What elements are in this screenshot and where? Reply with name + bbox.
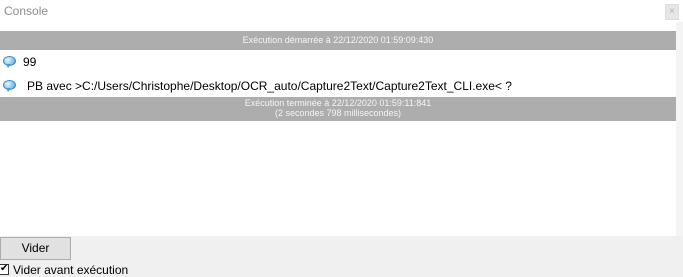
clear-before-run-checkbox[interactable]: ✔: [0, 263, 9, 275]
clear-before-run-label: Vider avant exécution: [13, 263, 129, 277]
title-bar: Console ×: [0, 0, 683, 22]
execution-end-banner: Exécution terminée à 22/12/2020 01:59:11…: [0, 97, 676, 121]
footer-panel: Vider ✔ Vider avant exécution: [0, 236, 683, 277]
close-button[interactable]: ×: [665, 4, 679, 20]
speech-bubble-icon: [3, 56, 16, 68]
window-title: Console: [4, 4, 49, 18]
log-line-text: 99: [23, 55, 37, 69]
scrollbar-track[interactable]: [676, 22, 683, 236]
clear-button[interactable]: Vider: [0, 237, 71, 260]
log-line-text: PB avec >C:/Users/Christophe/Desktop/OCR…: [27, 79, 512, 93]
checkmark-icon: ✔: [0, 263, 9, 274]
execution-start-banner: Exécution démarrée à 22/12/2020 01:59:09…: [0, 31, 676, 50]
clear-before-run-option[interactable]: ✔ Vider avant exécution: [0, 263, 200, 277]
log-line: 99: [0, 53, 676, 71]
close-icon: ×: [669, 6, 675, 17]
speech-bubble-icon: [3, 80, 16, 92]
execution-duration: (2 secondes 798 millisecondes): [274, 108, 402, 118]
log-line: PB avec >C:/Users/Christophe/Desktop/OCR…: [0, 77, 676, 95]
